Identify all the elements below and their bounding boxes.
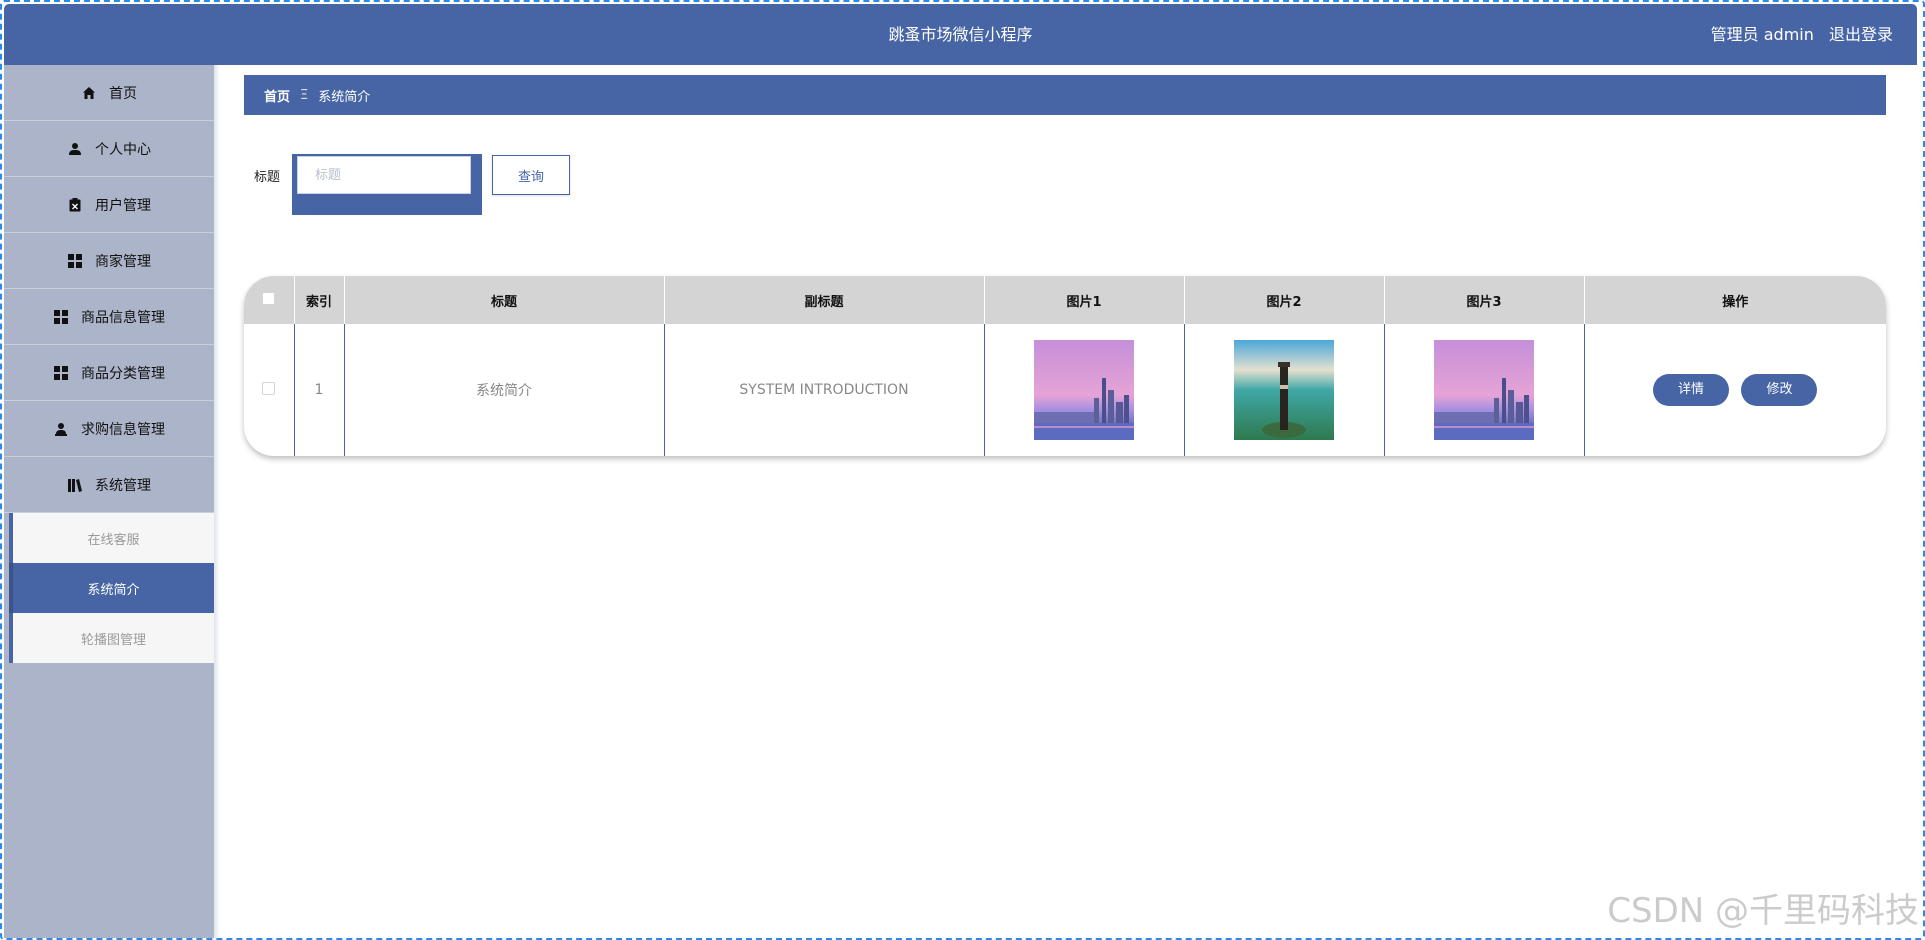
column-header: 标题 <box>344 276 665 324</box>
column-header: 图片3 <box>1384 276 1585 324</box>
logout-link[interactable]: 退出登录 <box>1829 25 1893 44</box>
sidebar-item-label: 商家管理 <box>95 253 151 270</box>
sidebar-item-home[interactable]: 首页 <box>4 65 214 121</box>
search-input[interactable] <box>297 156 471 194</box>
sidebar-item-purchase-request[interactable]: 求购信息管理 <box>4 401 214 457</box>
title-cell: 系统简介 <box>344 324 665 456</box>
sidebar-item-label: 个人中心 <box>95 141 151 158</box>
sidebar-item-label: 商品分类管理 <box>81 365 165 382</box>
sidebar-subitem-carousel[interactable]: 轮播图管理 <box>9 613 214 663</box>
image1-cell <box>984 324 1185 456</box>
table-header-row: 索引 标题 副标题 图片1 图片2 图片3 操作 <box>244 276 1886 324</box>
column-header: 副标题 <box>664 276 985 324</box>
search-label: 标题 <box>254 170 281 185</box>
clipboard-icon <box>67 197 83 213</box>
user-stamp-icon <box>53 421 69 437</box>
sidebar-item-label: 首页 <box>109 85 137 102</box>
column-header: 图片2 <box>1184 276 1385 324</box>
row-checkbox[interactable] <box>262 381 276 395</box>
image2-cell <box>1184 324 1385 456</box>
row-select-cell <box>244 324 295 456</box>
sidebar-subitem-system-intro[interactable]: 系统简介 <box>9 563 214 613</box>
grid-icon <box>53 309 69 325</box>
app-title: 跳蚤市场微信小程序 <box>888 25 1033 44</box>
sidebar-item-user-management[interactable]: 用户管理 <box>4 177 214 233</box>
sidebar: 首页 个人中心 用户管理 商家管理 商品信息管理 商品分类管理 求购信息管理 系… <box>4 65 214 938</box>
grid-icon <box>67 253 83 269</box>
library-icon <box>67 477 83 493</box>
user-area: 管理员 admin 退出登录 <box>1701 4 1893 66</box>
sidebar-item-product-category[interactable]: 商品分类管理 <box>4 345 214 401</box>
table-row: 1 系统简介 SYSTEM INTRODUCTION 详情 修改 <box>244 324 1886 456</box>
edit-button[interactable]: 修改 <box>1741 374 1818 406</box>
detail-button[interactable]: 详情 <box>1653 374 1730 406</box>
breadcrumb-home[interactable]: 首页 <box>264 86 290 105</box>
sidebar-item-system-management[interactable]: 系统管理 <box>4 457 214 513</box>
grid-icon <box>53 365 69 381</box>
search-box <box>292 154 482 215</box>
lighthouse-image[interactable] <box>1234 340 1334 440</box>
city-skyline-image[interactable] <box>1434 340 1534 440</box>
subtitle-cell: SYSTEM INTRODUCTION <box>664 324 985 456</box>
index-cell: 1 <box>294 324 345 456</box>
sidebar-subitem-online-service[interactable]: 在线客服 <box>9 513 214 563</box>
image3-cell <box>1384 324 1585 456</box>
sidebar-item-label: 系统管理 <box>95 477 151 494</box>
window-frame <box>0 0 1925 940</box>
watermark: CSDN @千里码科技 <box>1607 891 1919 931</box>
data-table: 索引 标题 副标题 图片1 图片2 图片3 操作 1 系统简介 SYSTEM I… <box>244 276 1886 456</box>
sidebar-item-personal-center[interactable]: 个人中心 <box>4 121 214 177</box>
query-button[interactable]: 查询 <box>492 155 570 195</box>
user-name: 管理员 admin <box>1710 25 1814 44</box>
column-header: 索引 <box>294 276 345 324</box>
home-icon <box>81 85 97 101</box>
sidebar-item-merchant-management[interactable]: 商家管理 <box>4 233 214 289</box>
sidebar-item-label: 求购信息管理 <box>81 421 165 438</box>
sidebar-item-label: 用户管理 <box>95 197 151 214</box>
breadcrumb-separator: Ξ <box>300 87 309 103</box>
actions-cell: 详情 修改 <box>1584 324 1886 456</box>
top-bar: 跳蚤市场微信小程序 管理员 admin 退出登录 <box>4 4 1917 65</box>
city-skyline-image[interactable] <box>1034 340 1134 440</box>
sidebar-item-label: 商品信息管理 <box>81 309 165 326</box>
breadcrumb: 首页 Ξ 系统简介 <box>244 75 1886 115</box>
sidebar-item-product-info[interactable]: 商品信息管理 <box>4 289 214 345</box>
column-header: 操作 <box>1722 294 1749 310</box>
select-all-checkbox[interactable] <box>262 291 276 305</box>
sidebar-divider <box>214 65 220 938</box>
column-header: 图片1 <box>984 276 1185 324</box>
breadcrumb-current: 系统简介 <box>318 89 371 105</box>
person-icon <box>67 141 83 157</box>
